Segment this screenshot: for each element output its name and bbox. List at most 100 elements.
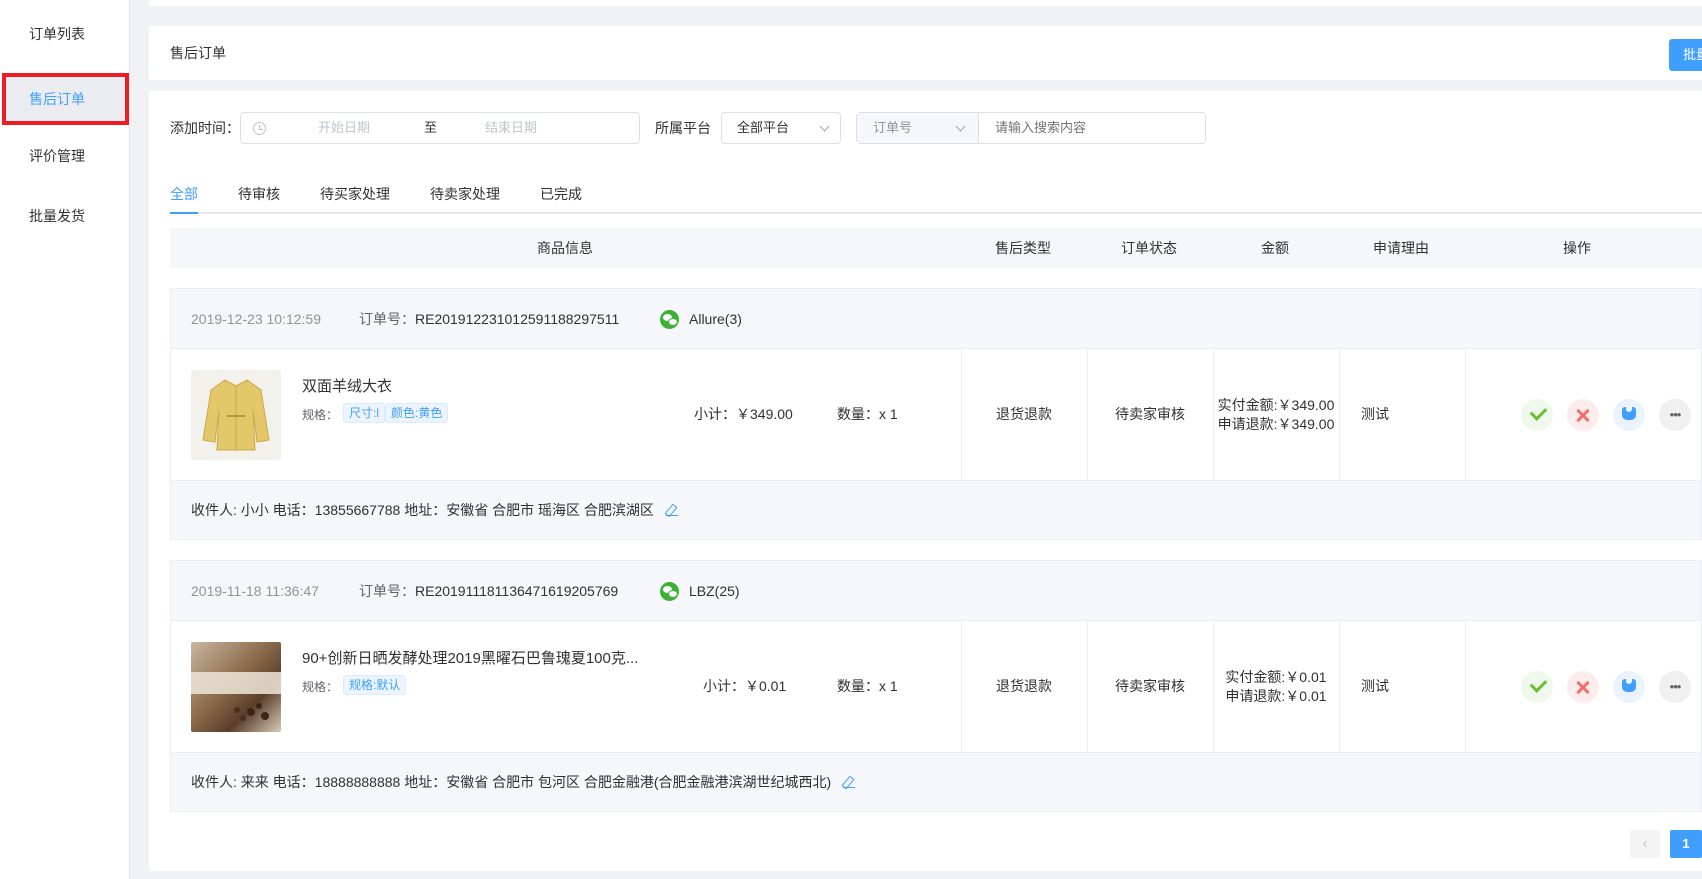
column-divider <box>1465 621 1466 752</box>
wrench-icon[interactable] <box>1613 671 1645 703</box>
order-number-value: RE201912231012591188297511 <box>415 311 620 327</box>
order-card: 2019-12-23 10:12:59 订单号：RE20191223101259… <box>170 288 1702 540</box>
product-image[interactable] <box>191 370 281 460</box>
order-number-label: 订单号： <box>359 311 415 327</box>
sidebar-item-review-management[interactable]: 评价管理 <box>0 128 130 184</box>
page-number-button[interactable]: 1 <box>1670 830 1702 858</box>
buyer-name: LBZ(25) <box>689 583 740 599</box>
sidebar-item-order-list[interactable]: 订单列表 <box>0 6 130 62</box>
platform-select[interactable]: 全部平台 <box>721 112 841 144</box>
order-header: 2019-11-18 11:36:47 订单号：RE20191118113647… <box>171 561 1701 621</box>
column-header: 售后类型 <box>995 240 1051 256</box>
more-icon[interactable] <box>1659 399 1691 431</box>
platform-label: 所属平台 <box>655 120 711 136</box>
column-header: 申请理由 <box>1373 240 1429 256</box>
sidebar-item-batch-shipping[interactable]: 批量发货 <box>0 188 130 244</box>
wechat-icon <box>660 310 679 329</box>
order-date: 2019-11-18 11:36:47 <box>191 583 319 599</box>
active-tab-indicator <box>170 212 198 214</box>
aftersale-type: 退货退款 <box>996 678 1052 694</box>
sidebar-item-aftersale-orders[interactable]: 售后订单 <box>6 77 124 121</box>
product-image[interactable] <box>191 642 281 732</box>
product-name[interactable]: 双面羊绒大衣 <box>302 375 392 396</box>
close-icon[interactable] <box>1567 671 1599 703</box>
aftersale-type: 退货退款 <box>996 406 1052 422</box>
wrench-icon[interactable] <box>1613 399 1645 431</box>
date-filter-label: 添加时间： <box>170 120 240 136</box>
paid-amount: 实付金额:￥0.01 <box>1225 669 1327 685</box>
amount: 实付金额:￥349.00 申请退款:￥349.00 <box>1213 396 1339 434</box>
top-strip <box>149 0 1702 6</box>
edit-icon[interactable] <box>665 504 678 516</box>
more-icon[interactable] <box>1659 671 1691 703</box>
quantity: 数量：x 1 <box>837 406 898 422</box>
status-tabs: 全部 待审核 待买家处理 待卖家处理 已完成 <box>170 182 1702 214</box>
order-header: 2019-12-23 10:12:59 订单号：RE20191223101259… <box>171 289 1701 349</box>
search-group: 订单号 <box>856 112 1206 144</box>
column-header: 操作 <box>1563 240 1591 256</box>
start-date-input[interactable]: 开始日期 <box>318 113 370 143</box>
chevron-down-icon <box>955 121 966 132</box>
order-body: 90+创新日晒发酵处理2019黑曜石巴鲁瑰夏100克... 规格： 规格:默认 … <box>171 621 1701 752</box>
prev-page-button[interactable]: ‹ <box>1630 830 1660 858</box>
order-body: 双面羊绒大衣 规格： 尺寸:l 颜色:黄色 小计：￥349.00 数量：x 1 … <box>171 349 1701 480</box>
end-date-input[interactable]: 结束日期 <box>485 113 537 143</box>
spec-tag: 尺寸:l <box>343 403 386 423</box>
reason: 测试 <box>1361 678 1389 694</box>
spec-tag: 规格:默认 <box>343 675 407 695</box>
address-text: 收件人: 来来 电话：18888888888 地址：安徽省 合肥市 包河区 合肥… <box>191 774 832 790</box>
spec-label: 规格： <box>302 680 339 694</box>
subtotal: 小计：￥349.00 <box>694 406 793 422</box>
column-divider <box>1339 621 1340 752</box>
order-card: 2019-11-18 11:36:47 订单号：RE20191118113647… <box>170 560 1702 812</box>
column-divider <box>1339 349 1340 480</box>
table-header: 商品信息 售后类型 订单状态 金额 申请理由 操作 <box>170 228 1702 268</box>
search-type-select[interactable]: 订单号 <box>857 113 979 143</box>
order-date: 2019-12-23 10:12:59 <box>191 311 321 327</box>
product-name[interactable]: 90+创新日晒发酵处理2019黑曜石巴鲁瑰夏100克... <box>302 647 638 668</box>
column-header: 订单状态 <box>1121 240 1177 256</box>
order-status: 待卖家审核 <box>1115 678 1185 694</box>
close-icon[interactable] <box>1567 399 1599 431</box>
tab-completed[interactable]: 已完成 <box>540 182 582 214</box>
order-number: 订单号：RE201912231012591188297511 <box>359 289 619 349</box>
order-number-value: RE201911181136471619205769 <box>415 583 619 599</box>
tab-pending-review[interactable]: 待审核 <box>238 182 280 214</box>
order-number: 订单号：RE201911181136471619205769 <box>359 561 618 621</box>
refund-amount: 申请退款:￥0.01 <box>1225 688 1327 704</box>
edit-icon[interactable] <box>843 776 856 788</box>
check-icon[interactable] <box>1521 399 1553 431</box>
date-range-picker[interactable]: 开始日期 至 结束日期 <box>240 112 640 144</box>
check-icon[interactable] <box>1521 671 1553 703</box>
tab-pending-buyer[interactable]: 待买家处理 <box>320 182 390 214</box>
paid-amount: 实付金额:￥349.00 <box>1217 397 1335 413</box>
range-separator: 至 <box>424 120 438 135</box>
batch-button[interactable]: 批量 <box>1669 39 1702 71</box>
clock-icon <box>253 122 266 135</box>
platform-select-value: 全部平台 <box>737 120 790 135</box>
search-type-value: 订单号 <box>873 120 913 135</box>
spec-label: 规格： <box>302 408 339 422</box>
quantity: 数量：x 1 <box>837 678 898 694</box>
spec-tag: 颜色:黄色 <box>385 403 449 423</box>
search-input[interactable] <box>995 113 1195 143</box>
order-address: 收件人: 来来 电话：18888888888 地址：安徽省 合肥市 包河区 合肥… <box>171 752 1701 811</box>
buyer-name: Allure(3) <box>689 311 742 327</box>
order-address: 收件人: 小小 电话：13855667788 地址：安徽省 合肥市 瑶海区 合肥… <box>171 480 1701 539</box>
subtotal: 小计：￥0.01 <box>703 678 787 694</box>
order-number-label: 订单号： <box>359 583 415 599</box>
sidebar: 订单列表 售后订单 评价管理 批量发货 <box>0 0 130 879</box>
refund-amount: 申请退款:￥349.00 <box>1217 416 1335 432</box>
order-status: 待卖家审核 <box>1115 406 1185 422</box>
chevron-down-icon <box>819 121 830 132</box>
reason: 测试 <box>1361 406 1389 422</box>
column-header: 商品信息 <box>537 240 593 256</box>
wechat-icon <box>660 582 679 601</box>
page-header: 售后订单 批量 <box>149 26 1702 80</box>
column-header: 金额 <box>1261 240 1289 256</box>
tab-pending-seller[interactable]: 待卖家处理 <box>430 182 500 214</box>
address-text: 收件人: 小小 电话：13855667788 地址：安徽省 合肥市 瑶海区 合肥… <box>191 502 654 518</box>
column-divider <box>1465 349 1466 480</box>
page-title: 售后订单 <box>170 45 226 61</box>
tab-all[interactable]: 全部 <box>170 182 198 214</box>
